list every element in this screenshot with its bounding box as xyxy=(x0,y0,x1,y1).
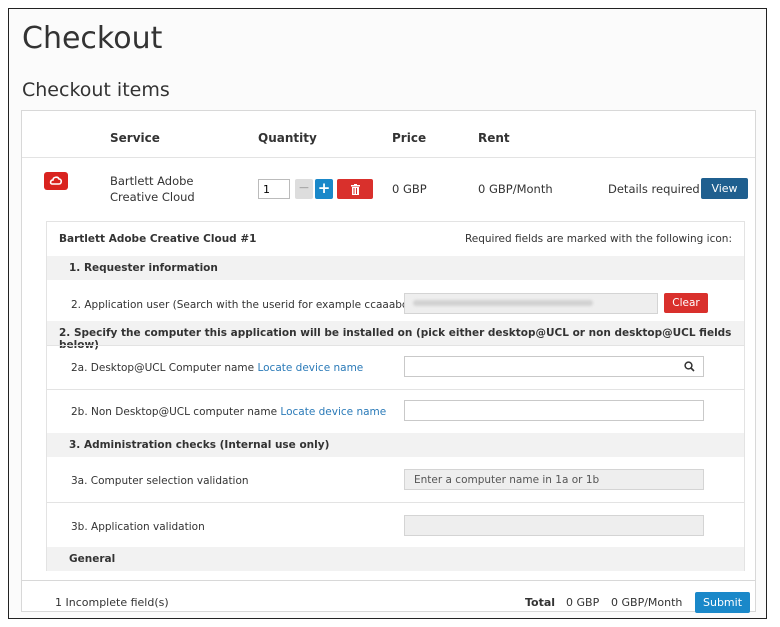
header-rent: Rent xyxy=(478,131,510,145)
detail-title: Bartlett Adobe Creative Cloud #1 xyxy=(59,233,257,245)
desktop-computer-search[interactable] xyxy=(404,356,704,377)
clear-button[interactable]: Clear xyxy=(664,293,708,313)
header-price: Price xyxy=(392,131,427,145)
header-service: Service xyxy=(110,131,160,145)
app-validation-field xyxy=(404,515,704,536)
computer-validation-label: 3a. Computer selection validation xyxy=(71,475,249,487)
item-detail-panel: Bartlett Adobe Creative Cloud #1 Require… xyxy=(46,221,745,571)
incomplete-fields: 1 Incomplete field(s) xyxy=(55,596,169,609)
computer-validation-value: Enter a computer name in 1a or 1b xyxy=(414,474,600,486)
section-general-label: General xyxy=(69,553,116,565)
increase-quantity-button[interactable]: + xyxy=(315,179,333,199)
section-admin-label: 3. Administration checks (Internal use o… xyxy=(69,439,330,451)
non-desktop-label: 2b. Non Desktop@UCL computer name Locate… xyxy=(71,406,386,418)
app-user-label: 2. Application user (Search with the use… xyxy=(71,299,412,311)
decrease-quantity-button[interactable]: − xyxy=(295,179,313,199)
page-title: Checkout xyxy=(22,21,163,56)
section-computer-label: 2. Specify the computer this application… xyxy=(59,327,732,351)
desktop-label: 2a. Desktop@UCL Computer name Locate dev… xyxy=(71,362,363,374)
redacted-user-value xyxy=(413,300,593,306)
computer-validation-field: Enter a computer name in 1a or 1b xyxy=(404,469,704,490)
section-requester-label: 1. Requester information xyxy=(69,262,218,274)
locate-device-link-desktop[interactable]: Locate device name xyxy=(257,362,363,374)
checkout-window: Checkout Checkout items Service Quantity… xyxy=(8,8,767,619)
required-note: Required fields are marked with the foll… xyxy=(464,233,732,245)
row-divider xyxy=(47,389,744,390)
section-admin: 3. Administration checks (Internal use o… xyxy=(47,433,744,457)
delete-item-button[interactable] xyxy=(337,179,373,199)
trash-icon xyxy=(350,183,360,195)
view-button[interactable]: View xyxy=(701,178,748,199)
quantity-input[interactable] xyxy=(258,179,290,199)
checkout-items-card: Service Quantity Price Rent Bartlett Ado… xyxy=(21,110,756,612)
section-requester: 1. Requester information xyxy=(47,256,744,280)
search-icon xyxy=(684,361,695,372)
total-label: Total xyxy=(525,596,556,609)
item-service-name: Bartlett Adobe Creative Cloud xyxy=(110,174,195,204)
item-status: Details required xyxy=(608,182,700,196)
item-rent: 0 GBP/Month xyxy=(478,182,553,196)
footer-divider xyxy=(21,580,756,581)
non-desktop-computer-input[interactable] xyxy=(404,400,704,421)
app-validation-label: 3b. Application validation xyxy=(71,521,205,533)
header-quantity: Quantity xyxy=(258,131,317,145)
desktop-label-text: 2a. Desktop@UCL Computer name xyxy=(71,362,255,374)
locate-device-link-non-desktop[interactable]: Locate device name xyxy=(280,406,386,418)
submit-button[interactable]: Submit xyxy=(695,592,750,613)
row-divider xyxy=(47,502,744,503)
row-divider xyxy=(47,345,744,346)
total-rent: 0 GBP/Month xyxy=(611,596,683,609)
section-general: General xyxy=(47,547,744,571)
non-desktop-label-text: 2b. Non Desktop@UCL computer name xyxy=(71,406,278,418)
app-user-field[interactable] xyxy=(404,293,658,314)
item-price: 0 GBP xyxy=(392,182,427,196)
section-computer: 2. Specify the computer this application… xyxy=(47,321,744,351)
adobe-creative-cloud-icon xyxy=(44,172,68,190)
header-divider xyxy=(22,157,755,158)
section-title: Checkout items xyxy=(22,79,170,101)
total-price: 0 GBP xyxy=(566,596,600,609)
